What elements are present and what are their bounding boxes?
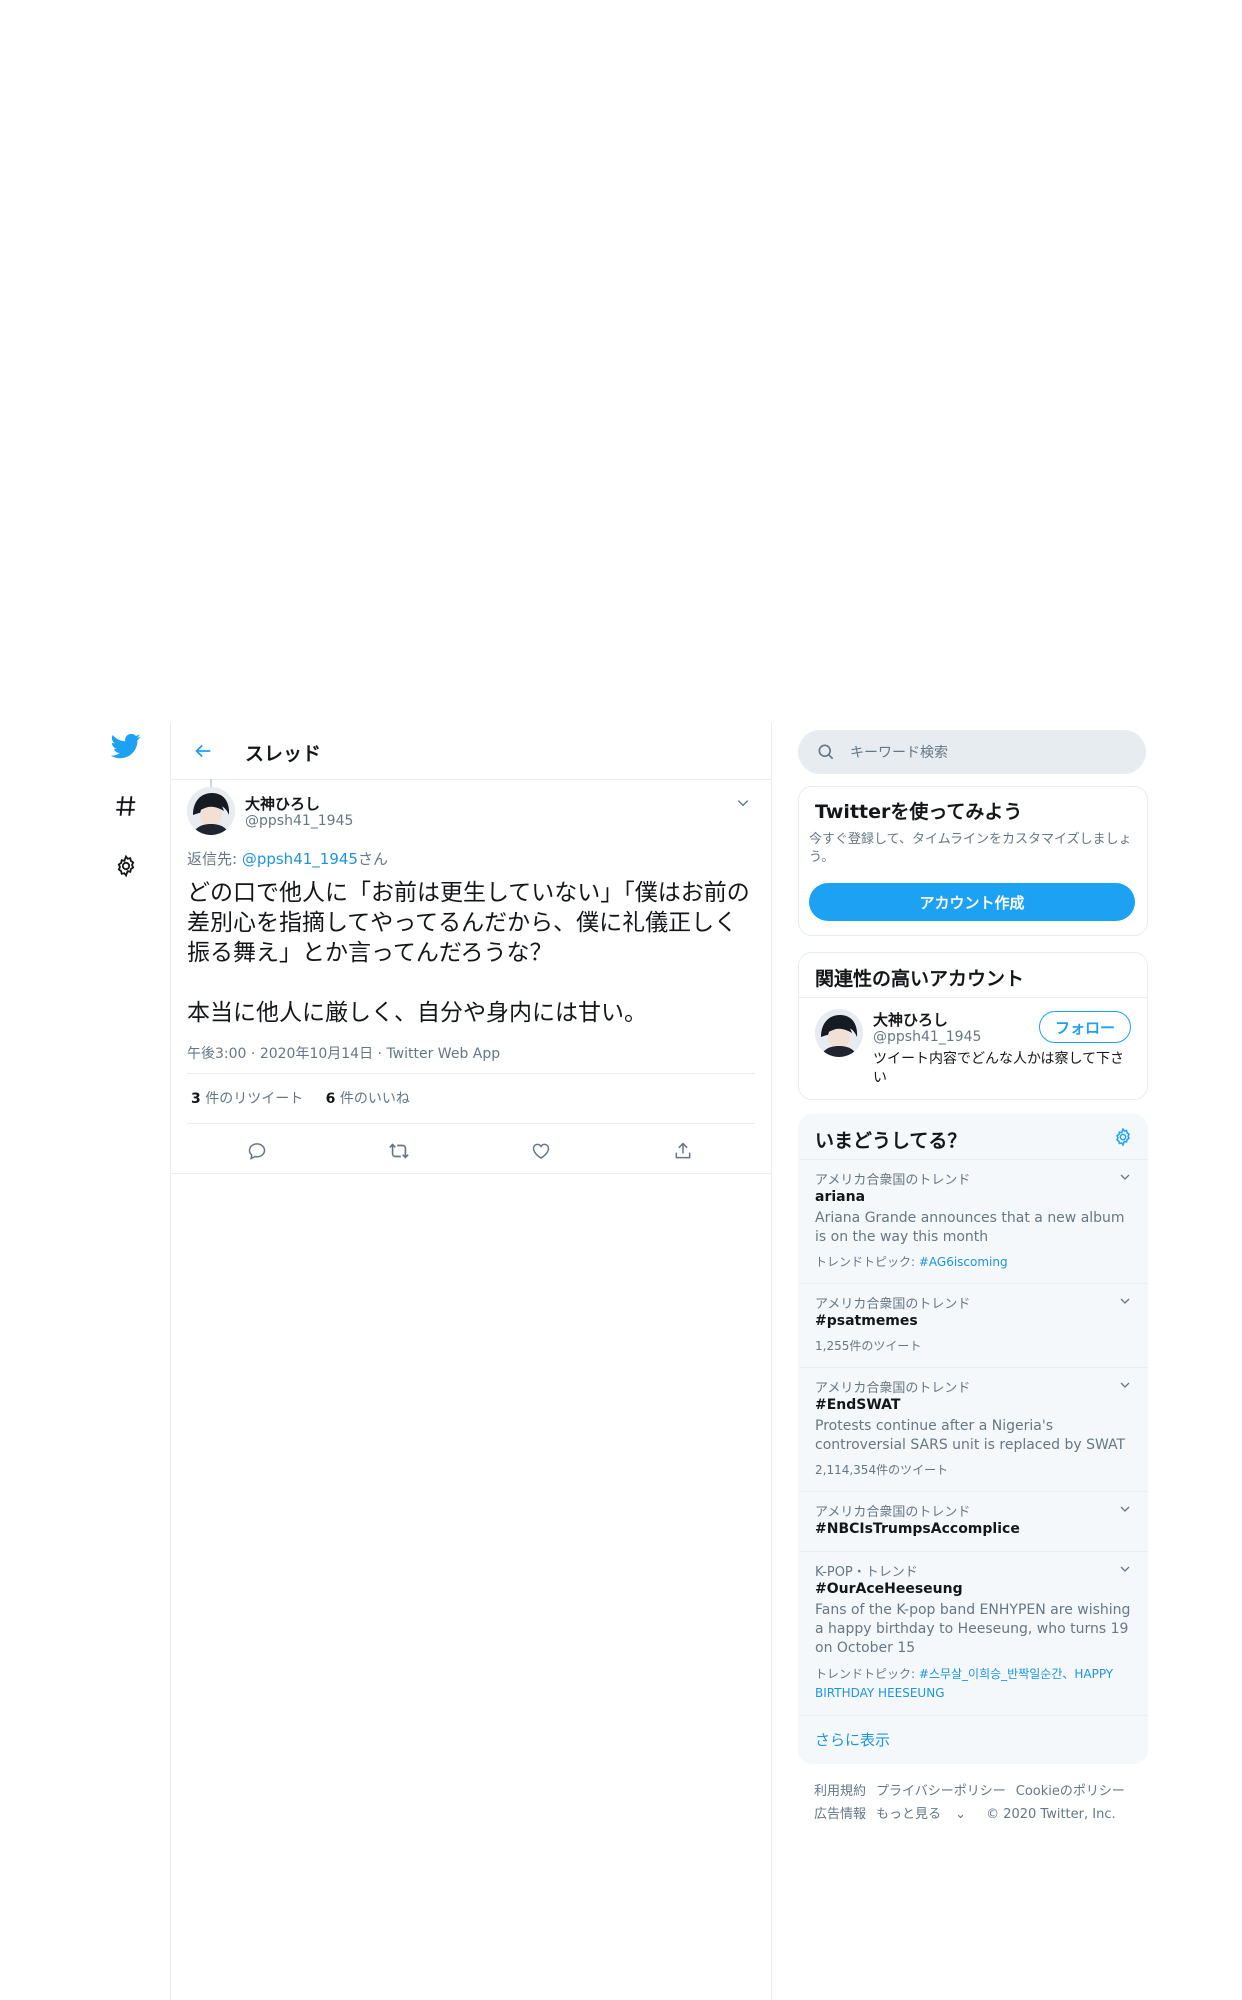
retweet-label: 件のリツイート xyxy=(200,1091,304,1107)
chevron-down-icon: ⌄ xyxy=(951,1807,967,1822)
tweet-text: どの口で他人に「お前は更生していない」「僕はお前の差別心を指摘してやってるんだか… xyxy=(187,880,750,1026)
show-more-link[interactable]: さらに表示 xyxy=(815,1729,890,1750)
tweet-date[interactable]: 2020年10月14日 xyxy=(260,1046,373,1062)
thread-column: スレッド 大神ひろし @ppsh41_1945 返信先: @ppsh41_194… xyxy=(170,723,772,2000)
more-link[interactable]: もっと見る ⌄ xyxy=(876,1807,976,1822)
chevron-down-icon[interactable] xyxy=(1115,1167,1135,1187)
arrow-left-icon[interactable] xyxy=(187,735,219,767)
reply-handle-link[interactable]: @ppsh41_1945 xyxy=(242,850,358,868)
chevron-down-icon[interactable] xyxy=(1115,1499,1135,1519)
footer-links: 利用規約 プライバシーポリシー Cookieのポリシー xyxy=(814,1780,1135,1799)
divider xyxy=(799,1715,1147,1716)
more-label: もっと見る xyxy=(876,1807,942,1822)
share-icon[interactable] xyxy=(667,1135,699,1167)
trend-meta: トレンドトピック: #스무살_이희승_반짝일순간、HAPPY BIRTHDAY … xyxy=(815,1665,1135,1703)
trend-name[interactable]: #NBCIsTrumpsAccomplice xyxy=(815,1521,1020,1537)
divider xyxy=(799,997,1147,998)
author-name[interactable]: 大神ひろし xyxy=(245,793,320,814)
trend-description: Fans of the K-pop band ENHYPEN are wishi… xyxy=(815,1602,1131,1656)
related-title: 関連性の高いアカウント xyxy=(815,968,1025,990)
related-name[interactable]: 大神ひろし xyxy=(873,1009,948,1030)
signup-card: Twitterを使ってみよう 今すぐ登録して、タイムラインをカスタマイズしましょ… xyxy=(798,786,1148,936)
divider xyxy=(799,1491,1147,1492)
divider xyxy=(187,1073,755,1074)
divider xyxy=(799,1159,1147,1160)
chevron-down-icon[interactable] xyxy=(1115,1291,1135,1311)
author-handle[interactable]: @ppsh41_1945 xyxy=(245,813,353,829)
divider xyxy=(799,1367,1147,1368)
hashtag-icon[interactable] xyxy=(110,790,142,822)
follow-button[interactable]: フォロー xyxy=(1039,1011,1131,1043)
like-label: 件のいいね xyxy=(335,1091,410,1107)
trend-context: アメリカ合衆国のトレンド xyxy=(815,1381,971,1396)
retweet-stat[interactable]: 3 件のリツイート xyxy=(191,1091,303,1107)
trend-context: アメリカ合衆国のトレンド xyxy=(815,1173,971,1188)
search-icon xyxy=(816,742,836,766)
trend-meta-prefix: トレンドトピック: xyxy=(815,1667,919,1681)
trend-name[interactable]: #psatmemes xyxy=(815,1313,918,1329)
tweet-stats: 3 件のリツイート 6 件のいいね xyxy=(191,1088,410,1108)
trend-name[interactable]: #EndSWAT xyxy=(815,1397,900,1413)
divider xyxy=(799,1551,1147,1552)
like-count: 6 xyxy=(325,1091,336,1107)
reply-suffix: さん xyxy=(357,850,388,868)
like-icon[interactable] xyxy=(525,1135,557,1167)
divider xyxy=(187,1123,755,1124)
trend-meta: トレンドトピック: #AG6iscoming xyxy=(815,1253,1135,1272)
privacy-link[interactable]: プライバシーポリシー xyxy=(876,1784,1006,1799)
trend-context: アメリカ合衆国のトレンド xyxy=(815,1297,971,1312)
trend-name[interactable]: ariana xyxy=(815,1189,865,1205)
ads-link[interactable]: 広告情報 xyxy=(814,1807,866,1822)
trend-meta-link[interactable]: #AG6iscoming xyxy=(919,1255,1008,1269)
retweet-icon[interactable] xyxy=(383,1135,415,1167)
related-handle[interactable]: @ppsh41_1945 xyxy=(873,1029,981,1045)
trend-description: Protests continue after a Nigeria's cont… xyxy=(815,1418,1126,1453)
signup-description: 今すぐ登録して、タイムラインをカスタマイズしましょう。 xyxy=(809,832,1132,865)
trend-meta-prefix: トレンドトピック: xyxy=(815,1255,919,1269)
reply-to-line: 返信先: @ppsh41_1945さん xyxy=(187,848,388,869)
search-input[interactable] xyxy=(848,730,1132,776)
tweet-meta: 午後3:00 · 2020年10月14日 · Twitter Web App xyxy=(187,1046,501,1062)
related-accounts-card: 関連性の高いアカウント 大神ひろし @ppsh41_1945 フォロー ツイート… xyxy=(798,952,1148,1100)
related-bio: ツイート内容でどんな人かは察して下さい xyxy=(873,1051,1125,1086)
cookie-link[interactable]: Cookieのポリシー xyxy=(1016,1784,1125,1799)
chevron-down-icon[interactable] xyxy=(1115,1375,1135,1395)
chevron-down-icon[interactable] xyxy=(1115,1559,1135,1579)
trend-count: 1,255件のツイート xyxy=(815,1339,922,1353)
trend-context: K-POP・トレンド xyxy=(815,1565,918,1580)
retweet-count: 3 xyxy=(191,1091,201,1107)
avatar[interactable] xyxy=(815,1009,863,1057)
footer-links-2: 広告情報 もっと見る ⌄ © 2020 Twitter, Inc. xyxy=(814,1803,1126,1822)
reply-icon[interactable] xyxy=(241,1135,273,1167)
trends-title: いまどうしてる？ xyxy=(815,1130,967,1152)
terms-link[interactable]: 利用規約 xyxy=(814,1784,866,1799)
tweet-time[interactable]: 午後3:00 xyxy=(187,1046,246,1062)
avatar[interactable] xyxy=(187,787,235,835)
create-account-button[interactable]: アカウント作成 xyxy=(809,883,1135,921)
thread-header: スレッド xyxy=(171,723,771,780)
trend-description: Ariana Grande announces that a new album… xyxy=(815,1210,1125,1245)
trend-context: アメリカ合衆国のトレンド xyxy=(815,1505,971,1520)
like-stat[interactable]: 6 件のいいね xyxy=(326,1091,410,1107)
tweet-source: Twitter Web App xyxy=(386,1046,501,1062)
gear-icon[interactable] xyxy=(1113,1127,1133,1147)
trend-count: 2,114,354件のツイート xyxy=(815,1463,949,1477)
gear-icon[interactable] xyxy=(110,850,142,882)
trends-card: いまどうしてる？ アメリカ合衆国のトレンド ariana Ariana Gran… xyxy=(798,1114,1148,1764)
signup-title: Twitterを使ってみよう xyxy=(815,801,1023,823)
chevron-down-icon[interactable] xyxy=(733,793,753,813)
page-title: スレッド xyxy=(245,743,322,765)
search-box[interactable] xyxy=(798,730,1146,776)
twitter-logo-icon[interactable] xyxy=(110,730,142,762)
reply-prefix: 返信先: xyxy=(187,850,242,868)
copyright: © 2020 Twitter, Inc. xyxy=(986,1807,1116,1822)
divider xyxy=(799,1283,1147,1284)
trend-name[interactable]: #OurAceHeeseung xyxy=(815,1581,963,1597)
divider xyxy=(171,1173,771,1174)
